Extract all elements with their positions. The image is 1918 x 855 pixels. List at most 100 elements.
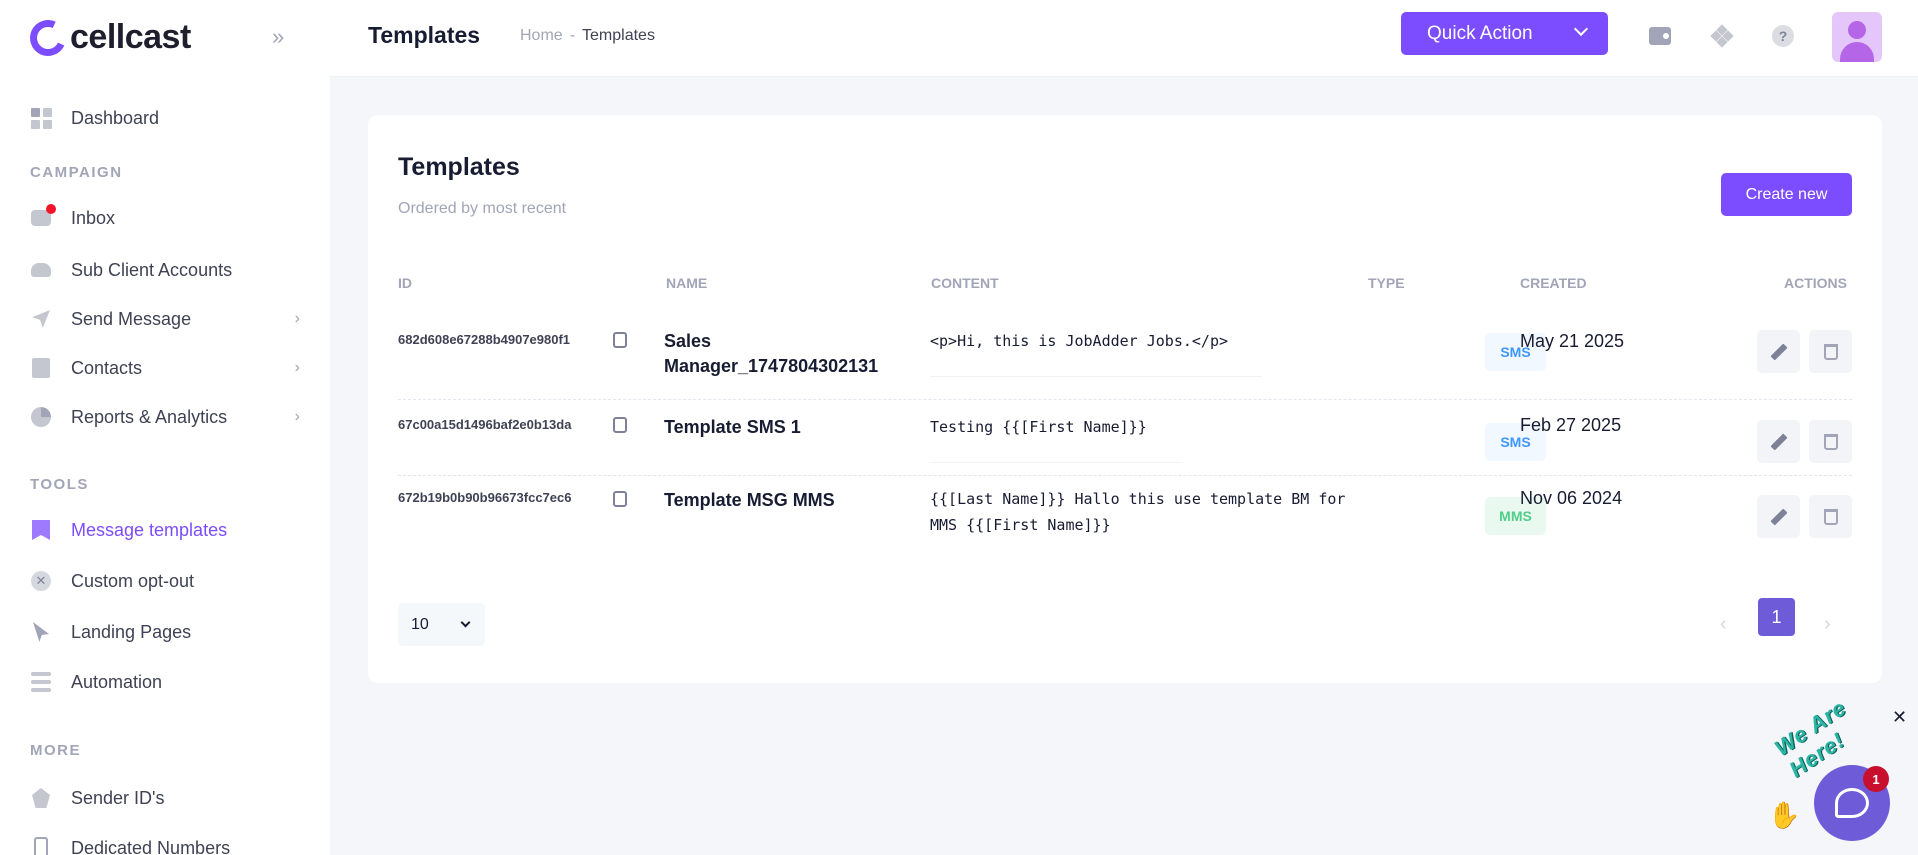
top-header: Templates Home - Templates Quick Action … bbox=[330, 0, 1918, 77]
sidebar-item-dashboard[interactable]: Dashboard bbox=[30, 104, 300, 132]
table-row: 67c00a15d1496baf2e0b13da Template SMS 1 … bbox=[398, 400, 1852, 476]
sidebar-item-reports-analytics[interactable]: Reports & Analytics › bbox=[30, 403, 300, 431]
sidebar-item-dedicated-numbers[interactable]: Dedicated Numbers bbox=[30, 834, 300, 855]
template-name: Sales Manager_1747804302131 bbox=[664, 331, 879, 376]
notification-dot bbox=[46, 204, 56, 214]
template-content: <p>Hi, this is JobAdder Jobs.</p> bbox=[930, 332, 1229, 350]
template-content: {{[Last Name]}} Hallo this use template … bbox=[930, 490, 1346, 534]
sidebar-item-contacts[interactable]: Contacts › bbox=[30, 354, 300, 382]
card-subtitle: Ordered by most recent bbox=[398, 200, 567, 217]
page-1-button[interactable]: 1 bbox=[1758, 598, 1795, 636]
template-name: Template SMS 1 bbox=[664, 417, 801, 437]
sidebar-item-sub-client-accounts[interactable]: Sub Client Accounts bbox=[30, 256, 300, 284]
quick-action-button[interactable]: Quick Action bbox=[1401, 12, 1608, 55]
sidebar-item-label: Automation bbox=[71, 671, 163, 692]
delete-button[interactable] bbox=[1809, 495, 1852, 538]
trash-icon bbox=[1823, 433, 1838, 450]
page-size-value: 10 bbox=[411, 615, 429, 633]
sidebar-item-label: Inbox bbox=[71, 207, 116, 228]
breadcrumb-separator: - bbox=[569, 27, 576, 44]
previous-page-button[interactable]: ‹ bbox=[1720, 613, 1727, 636]
template-id: 67c00a15d1496baf2e0b13da bbox=[398, 417, 572, 432]
sidebar-item-message-templates[interactable]: Message templates bbox=[30, 516, 300, 544]
table-row: 682d608e67288b4907e980f1 Sales Manager_1… bbox=[398, 315, 1852, 400]
create-new-button[interactable]: Create new bbox=[1721, 173, 1852, 216]
column-header-name: NAME bbox=[666, 275, 708, 291]
column-header-id: ID bbox=[398, 275, 412, 291]
inbox-icon bbox=[30, 204, 56, 229]
sidebar-item-sender-ids[interactable]: Sender ID's bbox=[30, 784, 300, 812]
breadcrumb-home-link[interactable]: Home bbox=[520, 27, 563, 45]
collapse-sidebar-icon[interactable]: » bbox=[272, 24, 284, 50]
content-divider bbox=[930, 376, 1262, 377]
copy-icon[interactable] bbox=[613, 491, 627, 507]
edit-button[interactable] bbox=[1757, 420, 1800, 463]
x-circle-icon: ✕ bbox=[30, 570, 52, 592]
sidebar-item-label: Landing Pages bbox=[71, 621, 192, 642]
card-title: Templates bbox=[398, 153, 520, 181]
sidebar-item-automation[interactable]: Automation bbox=[30, 668, 300, 696]
wallet-icon[interactable] bbox=[1648, 24, 1672, 48]
waving-hand-icon: ✋ bbox=[1768, 800, 1801, 830]
page-title: Templates bbox=[368, 22, 481, 48]
badge-icon bbox=[30, 787, 52, 809]
template-id: 682d608e67288b4907e980f1 bbox=[398, 332, 571, 347]
sidebar-item-label: Dashboard bbox=[71, 107, 160, 128]
bookmark-icon bbox=[30, 519, 52, 541]
table-row: 672b19b0b90b96673fcc7ec6 Template MSG MM… bbox=[398, 476, 1852, 561]
cursor-icon bbox=[30, 621, 52, 643]
page-size-select[interactable]: 10 bbox=[398, 603, 485, 646]
created-date: May 21 2025 bbox=[1520, 331, 1625, 351]
template-content: Testing {{[First Name]}} bbox=[930, 418, 1147, 436]
apps-icon[interactable] bbox=[1710, 24, 1734, 48]
sidebar-item-label: Contacts bbox=[71, 357, 143, 378]
sidebar-item-landing-pages[interactable]: Landing Pages bbox=[30, 618, 300, 646]
cellcast-logo[interactable]: cellcast bbox=[24, 14, 191, 61]
help-icon[interactable]: ? bbox=[1771, 24, 1795, 48]
chevron-down-icon bbox=[460, 617, 471, 628]
sidebar-item-label: Custom opt-out bbox=[71, 570, 195, 591]
chevron-down-icon bbox=[1573, 21, 1589, 37]
phone-icon bbox=[30, 837, 52, 855]
pencil-icon bbox=[1770, 433, 1787, 450]
section-title-tools: TOOLS bbox=[30, 476, 89, 493]
column-header-created: CREATED bbox=[1520, 275, 1587, 291]
rocket-icon bbox=[30, 308, 52, 330]
sidebar-item-send-message[interactable]: Send Message › bbox=[30, 305, 300, 333]
chat-bubble-icon bbox=[1835, 788, 1869, 818]
pencil-icon bbox=[1770, 508, 1787, 525]
sidebar-item-custom-opt-out[interactable]: ✕ Custom opt-out bbox=[30, 567, 300, 595]
pencil-icon bbox=[1770, 343, 1787, 360]
chevron-right-icon: › bbox=[294, 408, 300, 425]
edit-button[interactable] bbox=[1757, 330, 1800, 373]
sidebar-item-label: Message templates bbox=[71, 519, 228, 540]
column-header-content: CONTENT bbox=[931, 275, 999, 291]
delete-button[interactable] bbox=[1809, 420, 1852, 463]
chat-unread-badge: 1 bbox=[1863, 766, 1889, 792]
trash-icon bbox=[1823, 343, 1838, 360]
sidebar-item-inbox[interactable]: Inbox bbox=[30, 204, 300, 232]
delete-button[interactable] bbox=[1809, 330, 1852, 373]
users-icon bbox=[30, 259, 52, 281]
cellcast-logo-icon bbox=[24, 14, 72, 61]
templates-card: Templates Ordered by most recent Create … bbox=[368, 115, 1882, 683]
copy-icon[interactable] bbox=[613, 417, 627, 433]
template-id: 672b19b0b90b96673fcc7ec6 bbox=[398, 490, 572, 505]
section-title-more: MORE bbox=[30, 742, 81, 759]
quick-action-label: Quick Action bbox=[1427, 22, 1533, 44]
edit-button[interactable] bbox=[1757, 495, 1800, 538]
copy-icon[interactable] bbox=[613, 332, 627, 348]
sidebar-item-label: Sender ID's bbox=[71, 787, 165, 808]
brand-name: cellcast bbox=[70, 18, 191, 56]
contacts-icon bbox=[30, 357, 52, 379]
sidebar: cellcast » Dashboard CAMPAIGN Inbox Sub … bbox=[0, 0, 330, 855]
section-title-campaign: CAMPAIGN bbox=[30, 164, 123, 181]
next-page-button[interactable]: › bbox=[1824, 613, 1831, 636]
dashboard-icon bbox=[30, 107, 52, 129]
column-header-type: TYPE bbox=[1368, 275, 1405, 291]
column-header-actions: ACTIONS bbox=[1784, 275, 1847, 291]
avatar[interactable] bbox=[1832, 12, 1882, 62]
sidebar-item-label: Dedicated Numbers bbox=[71, 837, 231, 855]
created-date: Feb 27 2025 bbox=[1520, 415, 1622, 435]
sidebar-item-label: Reports & Analytics bbox=[71, 406, 228, 427]
